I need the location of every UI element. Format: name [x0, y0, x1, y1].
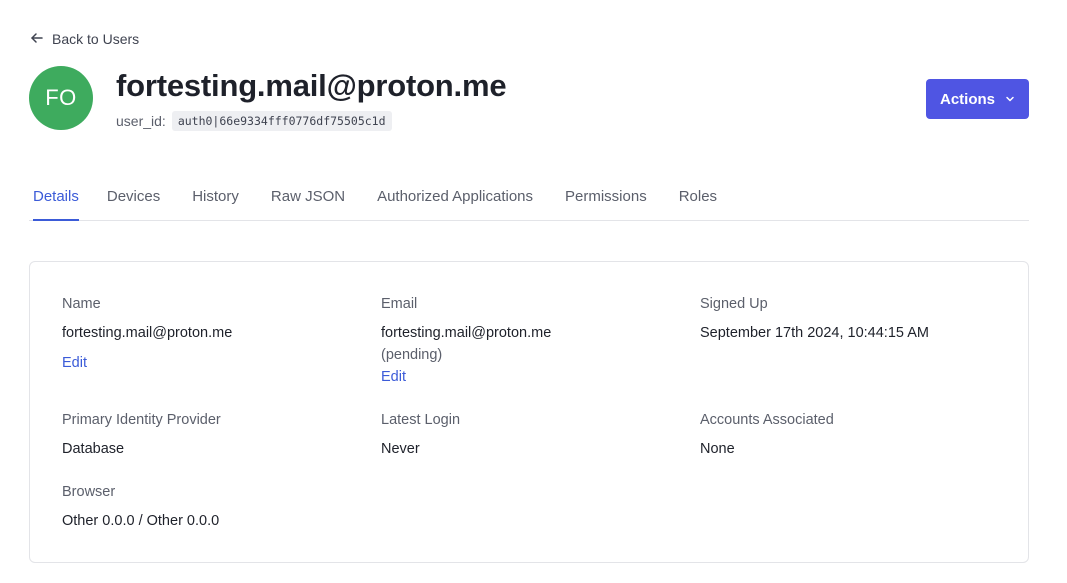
- field-email-value: fortesting.mail@proton.me: [381, 325, 552, 341]
- field-browser-label: Browser: [62, 484, 116, 500]
- avatar: FO: [29, 66, 93, 130]
- field-signed-up: Signed Up September 17th 2024, 10:44:15 …: [700, 296, 929, 344]
- page-title: fortesting.mail@proton.me: [116, 68, 507, 103]
- tab-raw-json[interactable]: Raw JSON: [271, 178, 345, 221]
- tab-devices[interactable]: Devices: [107, 178, 160, 221]
- user-id-value: auth0|66e9334fff0776df75505c1d: [171, 111, 392, 131]
- field-signed-up-label: Signed Up: [700, 296, 768, 312]
- tab-bar: Details Devices History Raw JSON Authori…: [29, 178, 1029, 221]
- email-status-pending: (pending): [381, 347, 443, 363]
- arrow-left-icon: [30, 31, 44, 48]
- edit-email-link[interactable]: Edit: [381, 366, 406, 388]
- field-primary-identity-provider-value: Database: [62, 441, 125, 457]
- field-signed-up-value: September 17th 2024, 10:44:15 AM: [700, 325, 929, 341]
- edit-name-link[interactable]: Edit: [62, 352, 87, 374]
- field-name: Name fortesting.mail@proton.me Edit: [62, 296, 232, 374]
- field-email: Email fortesting.mail@proton.me (pending…: [381, 296, 551, 388]
- back-link-label: Back to Users: [52, 31, 140, 47]
- field-email-label: Email: [381, 296, 418, 312]
- field-accounts-associated: Accounts Associated None: [700, 412, 834, 460]
- avatar-initials: FO: [45, 85, 77, 110]
- user-id-row: user_id: auth0|66e9334fff0776df75505c1d: [116, 111, 392, 131]
- field-latest-login-value: Never: [381, 441, 420, 457]
- field-browser-value: Other 0.0.0 / Other 0.0.0: [62, 513, 220, 529]
- user-id-label: user_id:: [116, 113, 166, 129]
- tab-authorized-applications[interactable]: Authorized Applications: [377, 178, 533, 221]
- field-latest-login-label: Latest Login: [381, 412, 461, 428]
- field-latest-login: Latest Login Never: [381, 412, 460, 460]
- field-accounts-associated-label: Accounts Associated: [700, 412, 834, 428]
- field-browser: Browser Other 0.0.0 / Other 0.0.0: [62, 484, 219, 532]
- details-card: Name fortesting.mail@proton.me Edit Emai…: [29, 261, 1029, 563]
- tab-details[interactable]: Details: [33, 178, 79, 221]
- field-primary-identity-provider: Primary Identity Provider Database: [62, 412, 221, 460]
- actions-button-label: Actions: [939, 90, 995, 108]
- field-name-label: Name: [62, 296, 101, 312]
- field-name-value: fortesting.mail@proton.me: [62, 325, 233, 341]
- back-to-users-link[interactable]: Back to Users: [30, 30, 139, 48]
- chevron-down-icon: [1005, 91, 1015, 108]
- actions-button[interactable]: Actions: [926, 79, 1029, 119]
- tab-roles[interactable]: Roles: [679, 178, 717, 221]
- tab-permissions[interactable]: Permissions: [565, 178, 647, 221]
- field-accounts-associated-value: None: [700, 441, 735, 457]
- tab-history[interactable]: History: [192, 178, 239, 221]
- field-primary-identity-provider-label: Primary Identity Provider: [62, 412, 221, 428]
